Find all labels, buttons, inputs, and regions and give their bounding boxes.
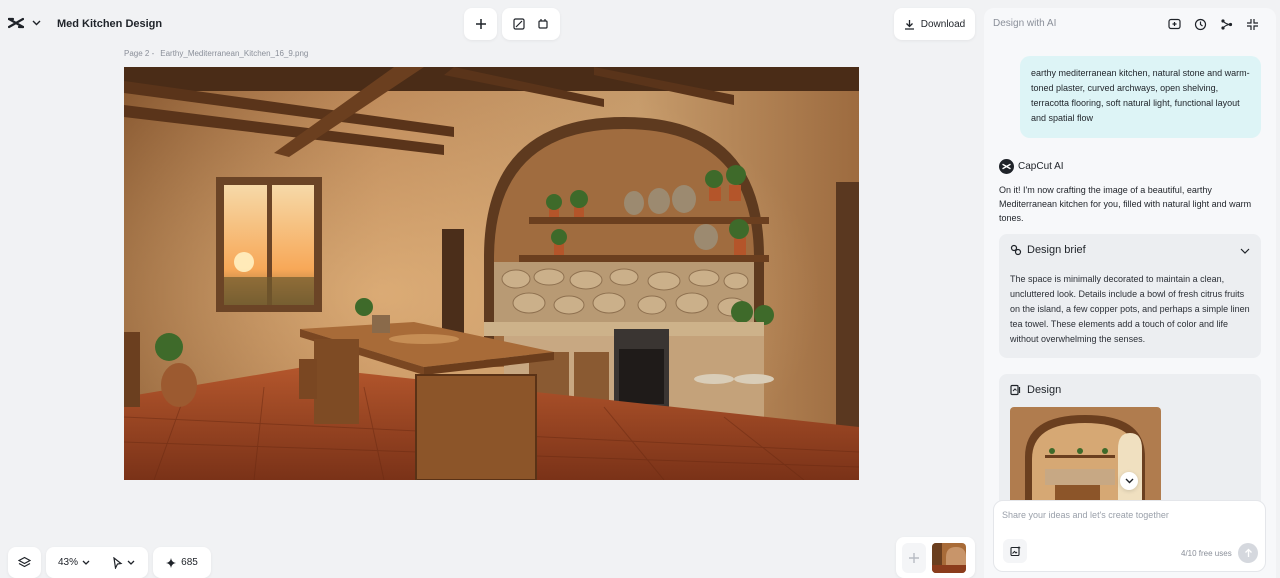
chevron-down-icon — [32, 20, 41, 26]
ai-sender: CapCut AI — [999, 159, 1064, 174]
zoom-level: 43% — [58, 557, 79, 568]
crop-icon[interactable] — [537, 18, 549, 30]
add-button[interactable] — [464, 8, 497, 40]
arrow-up-icon — [1244, 548, 1253, 558]
layers-button[interactable] — [8, 547, 41, 578]
sparkle-icon — [166, 557, 177, 568]
breadcrumb: Page 2 - Earthy_Mediterranean_Kitchen_16_… — [124, 49, 314, 58]
chat-composer: 4/10 free uses — [993, 500, 1266, 572]
page-label: Page 2 - — [124, 49, 155, 58]
plus-icon — [475, 18, 487, 30]
capcut-logo-icon — [8, 16, 24, 30]
credits-button[interactable]: 685 — [153, 547, 211, 578]
ai-name: CapCut AI — [1018, 161, 1064, 172]
free-uses-counter: 4/10 free uses — [1181, 549, 1232, 558]
resize-image-icon[interactable] — [513, 18, 525, 30]
image-add-icon — [1009, 546, 1021, 557]
plus-icon — [908, 552, 920, 564]
project-title[interactable]: Med Kitchen Design — [57, 18, 162, 30]
attach-image-button[interactable] — [1003, 539, 1027, 563]
brief-icon — [1010, 244, 1022, 256]
credits-count: 685 — [181, 557, 198, 568]
design-brief-header: Design brief — [1010, 244, 1086, 256]
branch-icon[interactable] — [1218, 16, 1234, 32]
chevron-down-icon — [127, 560, 135, 565]
app-logo-menu[interactable] — [8, 12, 41, 34]
design-brief-title: Design brief — [1027, 244, 1086, 256]
chevron-down-icon[interactable] — [1239, 245, 1251, 257]
collapse-icon[interactable] — [1244, 16, 1260, 32]
design-result-card: Design — [999, 374, 1261, 514]
panel-title: Design with AI — [993, 18, 1057, 29]
zoom-dropdown[interactable]: 43% — [46, 557, 102, 568]
new-chat-icon[interactable] — [1166, 16, 1182, 32]
design-icon — [1010, 384, 1022, 396]
panel-header: Design with AI — [984, 8, 1276, 38]
ai-reply-text: On it! I'm now crafting the image of a b… — [999, 185, 1252, 223]
design-title: Design — [1027, 384, 1062, 396]
user-message: earthy mediterranean kitchen, natural st… — [1020, 56, 1261, 138]
send-button[interactable] — [1238, 543, 1258, 563]
canvas-image[interactable] — [124, 67, 859, 480]
download-label: Download — [920, 18, 966, 30]
panel-actions — [1166, 16, 1260, 32]
page-thumbnails-tray — [896, 537, 975, 578]
download-icon — [904, 19, 915, 30]
chevron-down-icon — [1125, 478, 1134, 484]
file-name[interactable]: Earthy_Mediterranean_Kitchen_16_9.png — [160, 49, 308, 58]
prompt-input[interactable] — [1002, 510, 1257, 520]
canvas-tools-group — [502, 8, 560, 40]
design-brief-card[interactable]: Design brief The space is minimally deco… — [999, 234, 1261, 358]
design-thumbnail[interactable] — [1010, 407, 1161, 514]
design-brief-text: The space is minimally decorated to main… — [1010, 274, 1250, 344]
page-thumbnail[interactable] — [932, 542, 966, 573]
design-header: Design — [1010, 384, 1061, 396]
chevron-down-icon — [82, 560, 90, 565]
scroll-down-button[interactable] — [1120, 472, 1138, 490]
download-button[interactable]: Download — [894, 8, 975, 40]
capcut-ai-icon — [999, 159, 1014, 174]
layers-icon — [18, 556, 31, 569]
ai-chat-panel: Design with AI earthy mediterranean kitc… — [984, 8, 1276, 578]
cursor-icon — [112, 556, 123, 569]
pointer-tool-dropdown[interactable] — [102, 556, 135, 569]
add-page-button[interactable] — [902, 542, 926, 573]
zoom-group: 43% — [46, 547, 148, 578]
history-icon[interactable] — [1192, 16, 1208, 32]
